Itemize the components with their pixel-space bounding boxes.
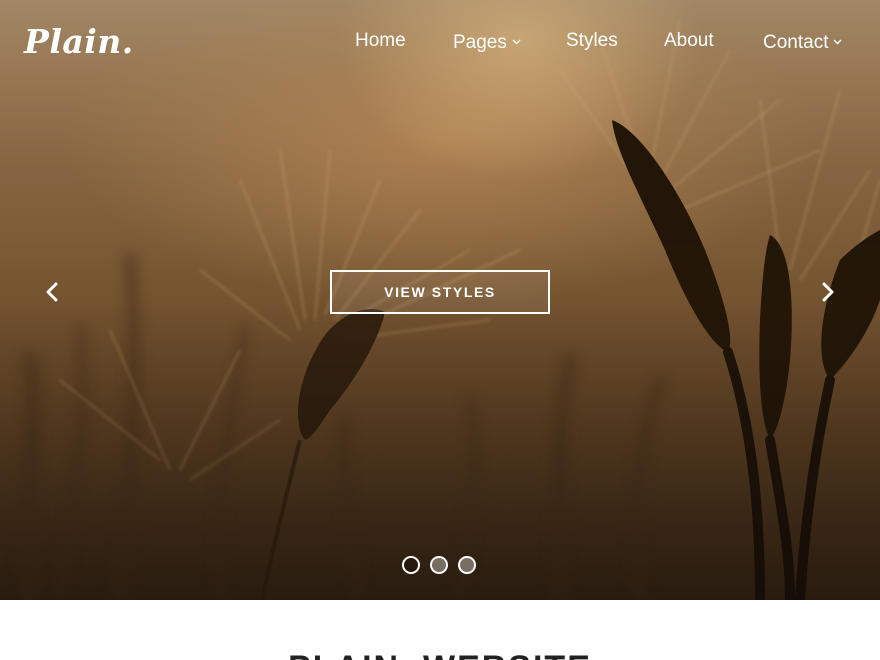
hero-slider: Plain. Home Pages Styles About Contact V… [0,0,880,600]
slider-dot-3[interactable] [458,556,476,574]
chevron-down-icon [512,29,521,45]
nav-item-label: Styles [566,30,618,51]
section-heading: PLAIN. WEBSITE [0,648,880,660]
nav-item-about[interactable]: About [664,29,714,53]
nav-item-pages[interactable]: Pages [453,29,521,55]
slider-dot-2[interactable] [430,556,448,574]
site-logo[interactable]: Plain. [24,22,134,61]
nav-item-styles[interactable]: Styles [566,29,618,53]
slider-dot-1[interactable] [402,556,420,574]
view-styles-button[interactable]: VIEW STYLES [330,270,550,314]
slider-pagination [402,556,482,574]
chevron-right-icon [822,282,834,302]
slider-prev-button[interactable] [45,282,59,302]
nav-item-label: Home [355,30,406,51]
nav-item-label: About [664,30,714,51]
nav-item-home[interactable]: Home [355,29,406,53]
slider-next-button[interactable] [821,282,835,302]
chevron-down-icon [833,29,842,45]
nav-item-contact[interactable]: Contact [763,29,842,55]
nav-item-label: Pages [453,32,507,53]
nav-item-label: Contact [763,32,829,53]
chevron-left-icon [46,282,58,302]
